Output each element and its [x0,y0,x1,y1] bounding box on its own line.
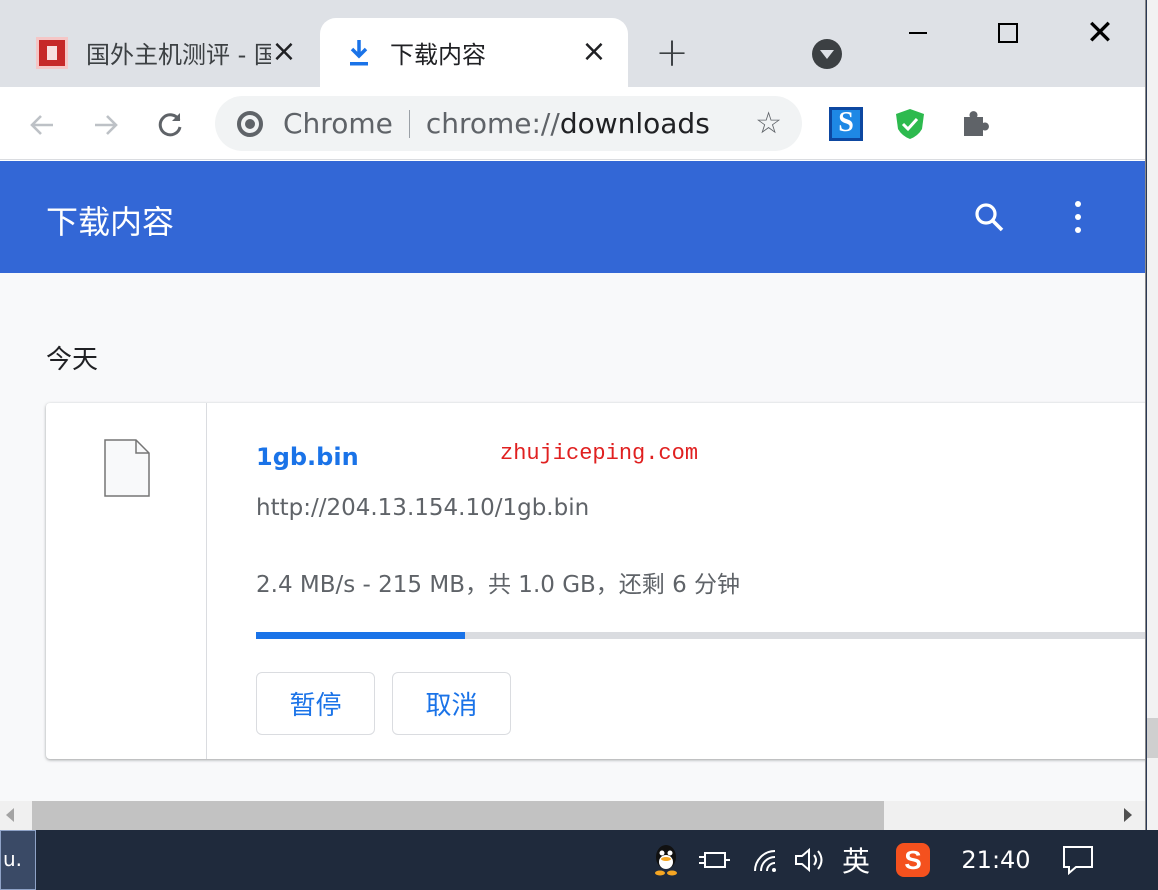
file-name-link[interactable]: 1gb.bin [256,443,359,471]
ime-mode-indicator[interactable]: 英 [838,830,874,890]
tab-title: 国外主机测评 - 国 [86,41,271,69]
scroll-right-icon[interactable] [1124,808,1132,822]
qq-icon[interactable] [649,830,683,890]
tab-title: 下载内容 [390,41,486,69]
tab-strip: 国外主机测评 - 国 × 下载内容 × + ✕ [0,0,1145,87]
watermark-text: zhujiceping.com [500,441,699,466]
date-section-title: 今天 [46,345,99,375]
volume-icon[interactable] [790,830,830,890]
download-arrow-icon [346,38,372,68]
maximize-icon[interactable] [985,10,1031,56]
site-favicon-icon [36,36,68,69]
pause-button[interactable]: 暂停 [256,672,375,735]
sogou-icon[interactable]: S [895,830,931,890]
progress-bar [256,632,1145,639]
scrollbar-thumb[interactable] [32,801,884,830]
background-scrollbar-thumb [1147,718,1158,758]
tab-close-icon[interactable]: × [580,37,608,67]
download-item-icon-column [46,403,207,759]
download-status: 2.4 MB/s - 215 MB，共 1.0 GB，还剩 6 分钟 [256,572,741,598]
page-title: 下载内容 [46,203,175,241]
omnibox-url-prefix: chrome:// [425,107,560,140]
tab-search-icon[interactable] [812,39,842,69]
source-url-link[interactable]: http://204.13.154.10/1gb.bin [256,495,589,521]
reload-icon[interactable] [150,105,190,145]
browser-toolbar: Chrome chrome://downloads ☆ S [0,87,1145,160]
notification-icon[interactable] [1058,830,1098,890]
taskbar-app-item[interactable]: u. [0,830,36,890]
address-bar[interactable]: Chrome chrome://downloads ☆ [215,96,802,151]
downloads-header: 下载内容 [0,161,1145,273]
omnibox-url-host: downloads [559,107,710,140]
background-window-edge [1147,0,1158,830]
extension-s-icon[interactable]: S [829,107,863,141]
forward-icon[interactable] [86,105,126,145]
chrome-logo-icon [237,110,263,137]
extensions-puzzle-icon[interactable] [958,107,992,141]
minimize-icon[interactable] [895,10,941,56]
browser-window: 国外主机测评 - 国 × 下载内容 × + ✕ Chrome chrome://… [0,0,1146,830]
new-tab-icon[interactable]: + [654,33,690,73]
bookmark-star-icon[interactable]: ☆ [755,106,782,141]
sogou-icon-label: S [896,843,930,877]
tab-zhujiceping[interactable]: 国外主机测评 - 国 × [0,18,318,87]
search-icon[interactable] [973,201,1005,233]
omnibox-url: chrome://downloads [426,107,710,140]
omnibox-separator [408,109,410,138]
wifi-icon[interactable] [748,830,784,890]
tab-close-icon[interactable]: × [270,37,298,67]
clock[interactable]: 21:40 [958,830,1034,890]
cancel-button[interactable]: 取消 [392,672,511,735]
back-icon[interactable] [22,105,62,145]
scroll-left-icon[interactable] [6,808,14,822]
horizontal-scrollbar[interactable] [0,801,1145,830]
tab-downloads[interactable]: 下载内容 × [320,18,628,87]
downloads-list: 今天 1gb.bin zhujiceping.com http://204.13… [0,273,1145,801]
progress-bar-fill [256,632,466,639]
extension-shield-icon[interactable] [893,107,927,141]
download-item: 1gb.bin zhujiceping.com http://204.13.15… [46,403,1145,759]
more-vert-icon[interactable] [1073,201,1083,233]
taskbar: u. 英 S 21:40 [0,830,1158,890]
power-plug-icon[interactable] [696,830,732,890]
window-close-icon[interactable]: ✕ [1077,10,1123,56]
omnibox-scheme: Chrome [283,107,393,140]
file-icon [104,439,150,497]
